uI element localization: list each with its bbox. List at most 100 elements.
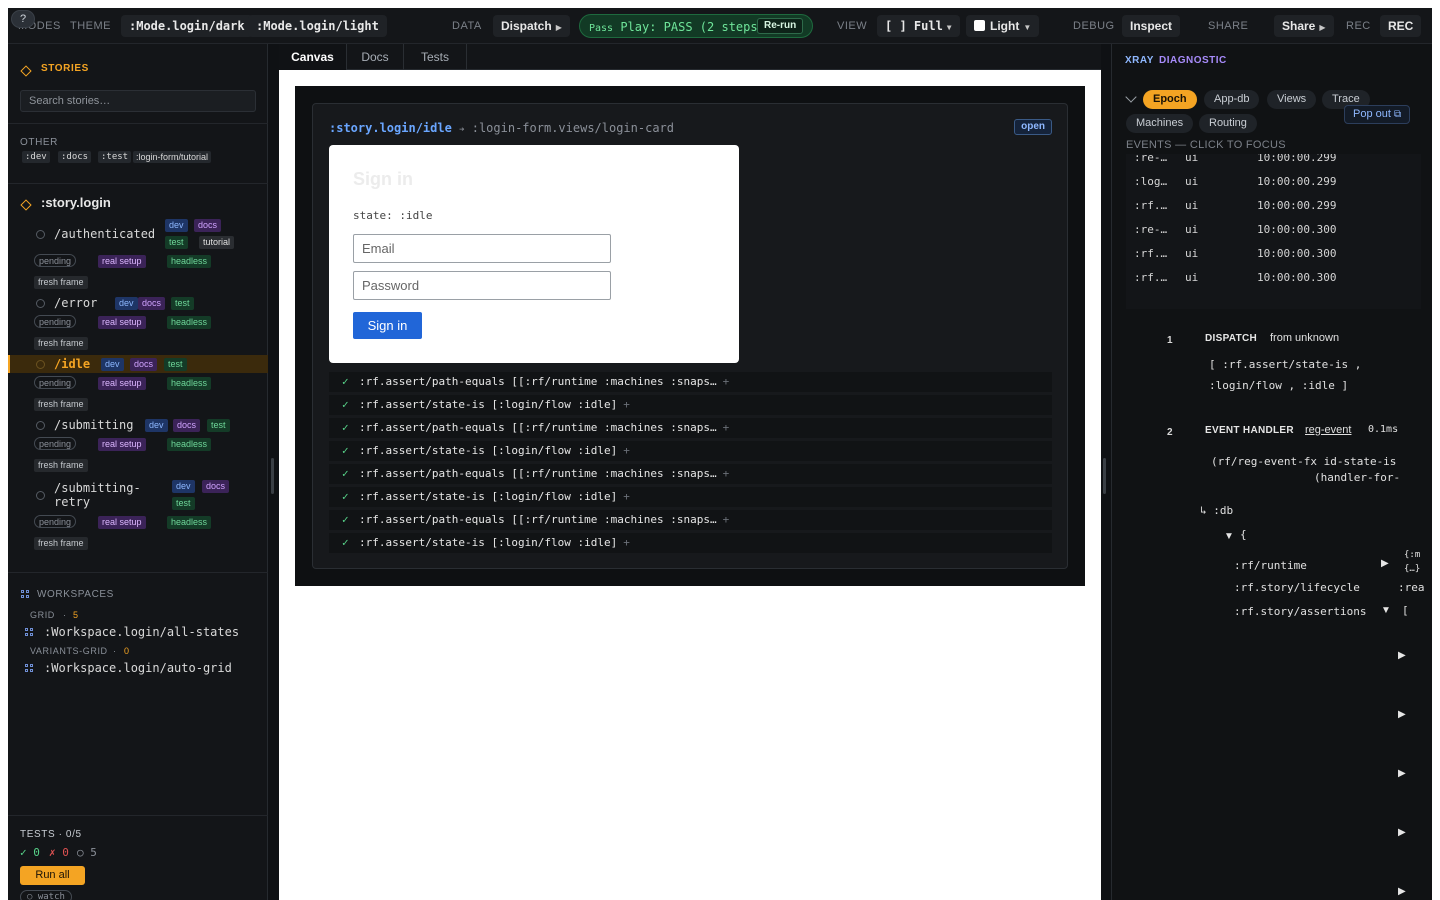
inspect-button[interactable]: Inspect: [1122, 15, 1181, 37]
event-row[interactable]: :re-… ui 10:00:00.299: [1126, 154, 1421, 170]
expand-triangle-icon[interactable]: ▶: [1398, 650, 1406, 661]
db-key[interactable]: :rf.story/assertions: [1234, 605, 1366, 618]
story-id[interactable]: :story.login/idle: [329, 121, 452, 135]
expand-triangle-icon[interactable]: ▶: [1398, 886, 1406, 897]
expand-icon[interactable]: +: [623, 490, 630, 503]
other-tag-tutorial[interactable]: :login-form/tutorial: [133, 151, 212, 163]
events-title: EVENTS — CLICK TO FOCUS: [1126, 139, 1286, 151]
collapse-triangle-icon[interactable]: ▼: [1224, 531, 1234, 542]
tab-views[interactable]: Views: [1267, 90, 1317, 109]
story-authenticated[interactable]: /authenticated: [54, 227, 155, 241]
checkbox-icon[interactable]: [974, 20, 985, 31]
full-view-button[interactable]: [ ] Full ▼: [877, 15, 960, 37]
sign-in-button[interactable]: Sign in: [353, 312, 422, 339]
story-group-title[interactable]: :story.login: [41, 195, 111, 210]
search-input[interactable]: Search stories…: [20, 90, 256, 112]
mode-light-button[interactable]: :Mode.login/light: [248, 15, 387, 37]
debug-label: DEBUG: [1073, 20, 1115, 32]
db-key[interactable]: :rf/runtime: [1234, 559, 1307, 572]
tag-docs: docs: [202, 480, 230, 493]
expand-icon[interactable]: +: [623, 536, 630, 549]
stories-sidebar: STORIES Search stories… OTHER :dev :docs…: [8, 44, 268, 900]
tab-app-db[interactable]: App-db: [1204, 90, 1260, 109]
collapse-triangle-icon[interactable]: ▼: [1381, 605, 1391, 616]
event-row[interactable]: :re-… ui 10:00:00.300: [1126, 218, 1421, 242]
expand-triangle-icon[interactable]: ▶: [1381, 558, 1389, 569]
email-field[interactable]: Email: [353, 234, 611, 263]
left-resize-handle[interactable]: [271, 458, 274, 494]
assertion-row[interactable]: ✓:rf.assert/state-is [:login/flow :idle]…: [329, 533, 1052, 553]
story-submitting[interactable]: /submitting: [54, 418, 133, 432]
help-button[interactable]: ?: [11, 10, 35, 28]
tag-dev: dev: [165, 219, 188, 232]
rerun-button[interactable]: Re-run: [757, 18, 804, 34]
radio-icon[interactable]: [36, 360, 45, 369]
tests-pass-count: ✓ 0: [20, 846, 40, 859]
expand-icon[interactable]: +: [623, 398, 630, 411]
assertion-row[interactable]: ✓:rf.assert/path-equals [[:rf/runtime :m…: [329, 510, 1052, 530]
pop-out-button[interactable]: Pop out ⧉: [1344, 105, 1411, 124]
tab-docs[interactable]: Docs: [347, 44, 404, 70]
event-row[interactable]: :log… ui 10:00:00.299: [1126, 170, 1421, 194]
story-idle[interactable]: /idle: [54, 357, 90, 371]
assertion-row[interactable]: ✓:rf.assert/path-equals [[:rf/runtime :m…: [329, 464, 1052, 484]
tab-epoch[interactable]: Epoch: [1143, 90, 1197, 109]
handler-link[interactable]: reg-event: [1305, 424, 1353, 436]
db-key[interactable]: :rf.story/lifecycle: [1234, 581, 1360, 594]
fresh-frame-badge: fresh frame: [34, 537, 88, 550]
workspace-auto-grid[interactable]: :Workspace.login/auto-grid: [44, 661, 232, 675]
event-row[interactable]: :rf.… ui 10:00:00.300: [1126, 266, 1421, 290]
expand-icon[interactable]: +: [723, 421, 730, 434]
status-badge: pending: [34, 437, 77, 450]
workspace-all-states[interactable]: :Workspace.login/all-states: [44, 625, 239, 639]
center-tabs: Canvas Docs Tests: [279, 44, 1101, 70]
tab-tests[interactable]: Tests: [404, 44, 467, 70]
tab-canvas[interactable]: Canvas: [279, 44, 347, 70]
tag-test: test: [165, 236, 188, 249]
radio-icon[interactable]: [36, 299, 45, 308]
radio-icon[interactable]: [36, 230, 45, 239]
radio-icon[interactable]: [36, 421, 45, 430]
other-tag-docs[interactable]: :docs: [58, 151, 92, 163]
open-button[interactable]: open: [1014, 119, 1052, 135]
assertion-row[interactable]: ✓:rf.assert/state-is [:login/flow :idle]…: [329, 487, 1052, 507]
password-field[interactable]: Password: [353, 271, 611, 300]
watch-toggle[interactable]: ○ watch: [20, 890, 72, 900]
right-resize-handle[interactable]: [1103, 458, 1106, 494]
story-error[interactable]: /error: [54, 296, 97, 310]
expand-triangle-icon[interactable]: ▶: [1398, 768, 1406, 779]
group-diamond-icon: [20, 198, 32, 212]
arrow-right-icon: ➔: [459, 125, 465, 135]
radio-icon[interactable]: [36, 491, 45, 500]
assertion-row[interactable]: ✓:rf.assert/state-is [:login/flow :idle]…: [329, 395, 1052, 415]
assertion-row[interactable]: ✓:rf.assert/path-equals [[:rf/runtime :m…: [329, 418, 1052, 438]
mode-dark-button[interactable]: :Mode.login/dark: [121, 15, 253, 37]
dispatch-button[interactable]: Dispatch ▶: [493, 15, 570, 37]
workspaces-title: WORKSPACES: [37, 589, 114, 600]
run-all-button[interactable]: Run all: [20, 866, 85, 885]
event-row[interactable]: :rf.… ui 10:00:00.300: [1126, 242, 1421, 266]
expand-triangle-icon[interactable]: ▶: [1398, 709, 1406, 720]
story-submitting-retry-line1[interactable]: /submitting-: [54, 481, 141, 495]
login-title: Sign in: [353, 169, 413, 189]
tests-title: TESTS · 0/5: [20, 829, 82, 840]
light-toggle[interactable]: Light ▼: [966, 15, 1040, 37]
assertion-row[interactable]: ✓:rf.assert/path-equals [[:rf/runtime :m…: [329, 372, 1052, 392]
expand-triangle-icon[interactable]: ▶: [1398, 827, 1406, 838]
expand-icon[interactable]: +: [623, 444, 630, 457]
story-submitting-retry-line2[interactable]: retry: [54, 495, 90, 509]
handler-duration: 0.1ms: [1368, 424, 1399, 435]
share-button[interactable]: Share ▶: [1274, 15, 1334, 37]
expand-icon[interactable]: +: [723, 467, 730, 480]
other-tag-dev[interactable]: :dev: [22, 151, 50, 163]
event-row[interactable]: :rf.… ui 10:00:00.299: [1126, 194, 1421, 218]
chevron-down-icon[interactable]: [1125, 91, 1137, 103]
other-tag-test[interactable]: :test: [98, 151, 132, 163]
tab-routing[interactable]: Routing: [1199, 114, 1257, 133]
rec-label: REC: [1346, 20, 1371, 32]
assertion-row[interactable]: ✓:rf.assert/state-is [:login/flow :idle]…: [329, 441, 1052, 461]
expand-icon[interactable]: +: [723, 375, 730, 388]
rec-button[interactable]: REC: [1380, 15, 1422, 37]
expand-icon[interactable]: +: [723, 513, 730, 526]
tab-machines[interactable]: Machines: [1126, 114, 1194, 133]
